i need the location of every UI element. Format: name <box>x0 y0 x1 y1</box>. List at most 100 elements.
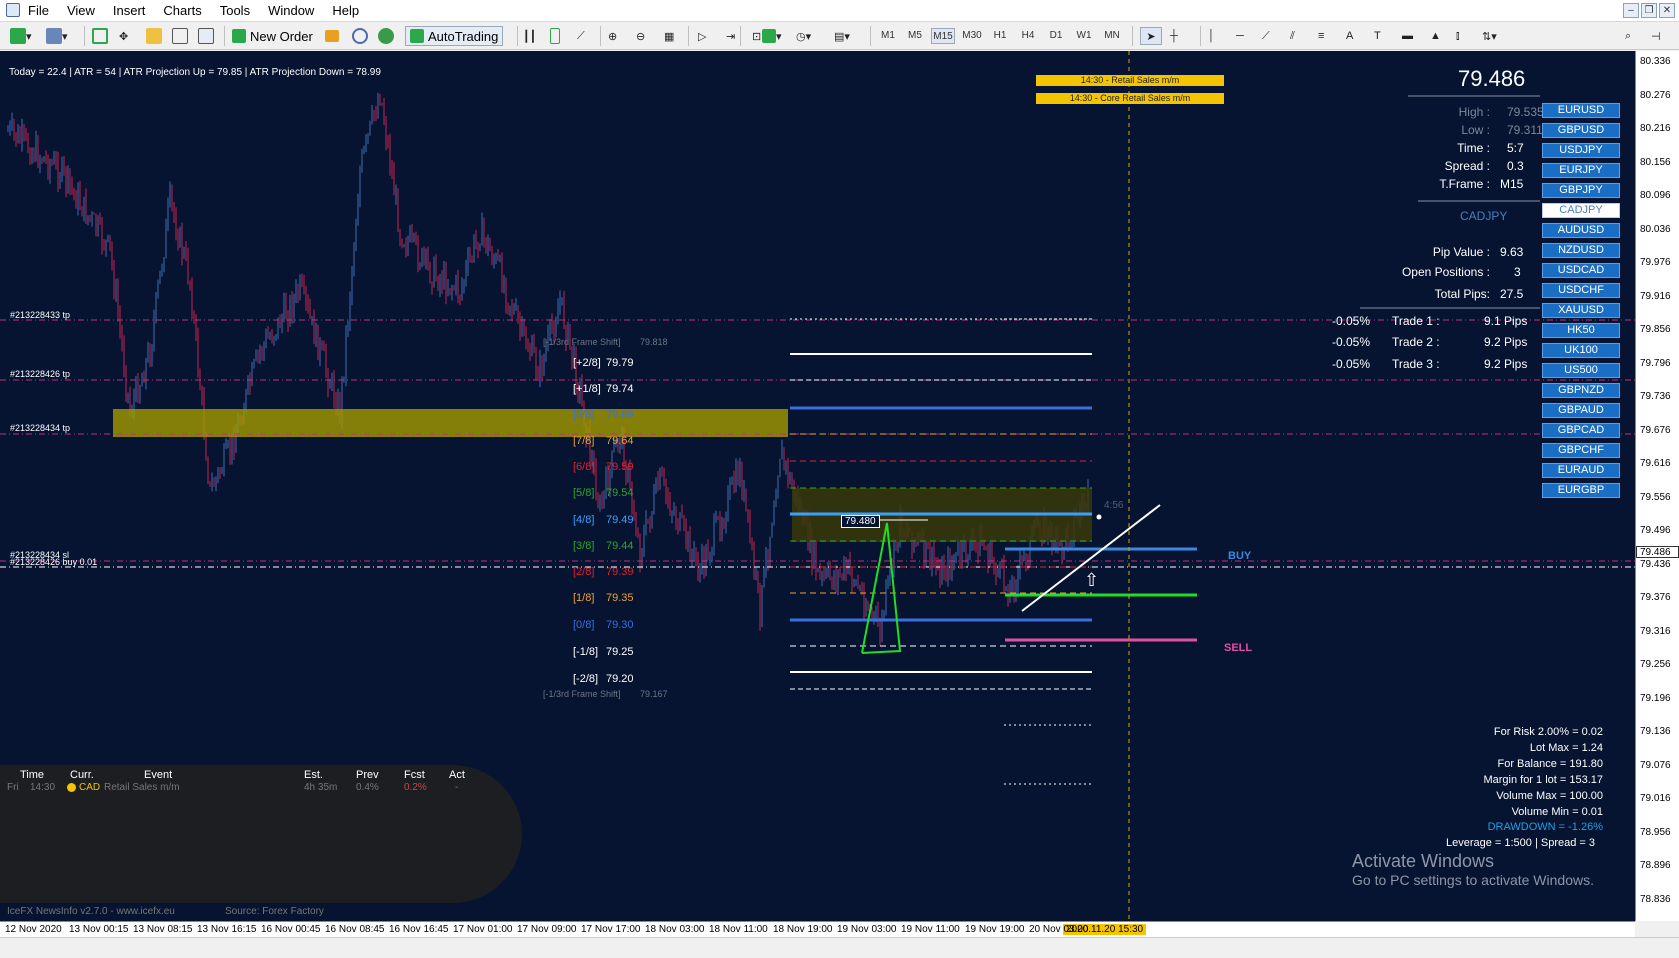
community-icon[interactable] <box>378 27 394 45</box>
text-icon[interactable]: A <box>1346 27 1353 45</box>
close-icon[interactable]: ✕ <box>1659 3 1675 18</box>
autoscroll-icon[interactable]: ▷ <box>698 27 706 45</box>
menu-bar: File View Insert Charts Tools Window Hel… <box>0 0 1679 22</box>
total-pips-value: 27.5 <box>1500 287 1524 301</box>
price-tick: 80.096 <box>1640 190 1671 201</box>
time-scale[interactable]: 2020.11.20 15:30 12 Nov 2020 13 Nov 00:15… <box>0 921 1635 937</box>
menu-tools[interactable]: Tools <box>220 3 250 18</box>
trade1-pips: 9.1 Pips <box>1484 314 1528 328</box>
pair-button-us500[interactable]: US500 <box>1542 363 1620 378</box>
arrows-icon[interactable]: ⇅▾ <box>1482 27 1497 45</box>
tf-h1[interactable]: H1 <box>988 28 1012 44</box>
pair-button-gbpjpy[interactable]: GBPJPY <box>1542 183 1620 198</box>
terminal-icon[interactable] <box>172 27 188 45</box>
templates-icon[interactable]: ▤▾ <box>834 27 850 45</box>
tf-w1[interactable]: W1 <box>1072 28 1096 44</box>
pair-button-usdjpy[interactable]: USDJPY <box>1542 143 1620 158</box>
market-watch-icon[interactable] <box>92 27 108 45</box>
tf-m30[interactable]: M30 <box>960 28 984 44</box>
bar-chart-icon[interactable]: ┃┃ <box>523 27 536 45</box>
pair-button-gbpnzd[interactable]: GBPNZD <box>1542 383 1620 398</box>
menu-view[interactable]: View <box>67 3 95 18</box>
pair-button-gbpcad[interactable]: GBPCAD <box>1542 423 1620 438</box>
tf-mn[interactable]: MN <box>1100 28 1124 44</box>
trade3-label: Trade 3 : <box>1392 357 1440 371</box>
vertical-line-icon[interactable]: │ <box>1208 27 1215 45</box>
signin-icon[interactable]: ⊣ <box>1651 27 1661 45</box>
pair-button-eurjpy[interactable]: EURJPY <box>1542 163 1620 178</box>
menu-items: File View Insert Charts Tools Window Hel… <box>28 3 377 18</box>
time-tick: 16 Nov 08:45 <box>325 924 385 935</box>
chart-area[interactable]: Today = 22.4 | ATR = 54 | ATR Projection… <box>0 51 1635 921</box>
pair-button-audusd[interactable]: AUDUSD <box>1542 223 1620 238</box>
triangle-icon[interactable]: ▲ <box>1430 27 1441 45</box>
new-chart-icon[interactable]: ▾ <box>10 27 32 45</box>
pair-button-nzdusd[interactable]: NZDUSD <box>1542 243 1620 258</box>
horizontal-line-icon[interactable]: ─ <box>1236 27 1244 45</box>
menu-insert[interactable]: Insert <box>113 3 146 18</box>
chart-shift-icon[interactable]: ⇥ <box>726 27 735 45</box>
pair-button-gbpaud[interactable]: GBPAUD <box>1542 403 1620 418</box>
tf-d1[interactable]: D1 <box>1044 28 1068 44</box>
time-tick: 19 Nov 19:00 <box>965 924 1025 935</box>
new-order-button[interactable]: New Order <box>232 27 313 45</box>
pair-button-eurusd[interactable]: EURUSD <box>1542 103 1620 118</box>
crosshair-icon[interactable]: ✥ <box>119 27 128 45</box>
signals-icon[interactable] <box>352 27 368 45</box>
zoom-in-icon[interactable]: ⊕ <box>608 27 617 45</box>
total-pips-label: Total Pips: <box>1434 287 1490 301</box>
fibo-fan-icon[interactable]: ⫾ <box>1456 27 1460 45</box>
zoom-out-icon[interactable]: ⊖ <box>636 27 645 45</box>
pair-button-hk50[interactable]: HK50 <box>1542 323 1620 338</box>
news-day: Fri <box>7 782 19 793</box>
pair-button-eurgbp[interactable]: EURGBP <box>1542 483 1620 498</box>
tf-m1[interactable]: M1 <box>876 28 900 44</box>
restore-icon[interactable]: ❐ <box>1641 3 1657 18</box>
news-panel: Time Curr. Event Est. Prev Fcst Act Fri … <box>0 765 522 917</box>
clock-icon[interactable]: ◷▾ <box>796 27 811 45</box>
menu-window[interactable]: Window <box>268 3 314 18</box>
news-header-act: Act <box>449 769 465 781</box>
volume-max-info: Volume Max = 100.00 <box>1496 790 1603 802</box>
balance-info: For Balance = 191.80 <box>1497 758 1604 770</box>
cursor-icon[interactable]: ➤ <box>1140 27 1162 45</box>
pair-button-gbpusd[interactable]: GBPUSD <box>1542 123 1620 138</box>
metaeditor-icon[interactable] <box>325 27 339 45</box>
pair-button-euraud[interactable]: EURAUD <box>1542 463 1620 478</box>
time-tick: 18 Nov 03:00 <box>645 924 705 935</box>
profiles-icon[interactable]: ▾ <box>46 27 68 45</box>
line-chart-icon[interactable]: ⟋ <box>577 27 585 45</box>
trade2-label: Trade 2 : <box>1392 335 1440 349</box>
tf-h4[interactable]: H4 <box>1016 28 1040 44</box>
indicators-icon[interactable]: ▾ <box>762 27 782 45</box>
strategy-tester-icon[interactable] <box>198 27 214 45</box>
equidistant-channel-icon[interactable]: ⫽ <box>1290 27 1295 45</box>
pair-button-usdchf[interactable]: USDCHF <box>1542 283 1620 298</box>
app-icon[interactable] <box>6 3 20 17</box>
tf-m15[interactable]: M15 <box>931 28 955 44</box>
trendline-icon[interactable]: ⟋ <box>1262 27 1270 45</box>
pair-button-xauusd[interactable]: XAUUSD <box>1542 303 1620 318</box>
candlestick-icon[interactable] <box>550 27 560 45</box>
autotrading-button[interactable]: AutoTrading <box>405 26 504 46</box>
price-tick: 79.916 <box>1640 290 1671 302</box>
minimize-icon[interactable]: – <box>1623 3 1639 18</box>
menu-charts[interactable]: Charts <box>163 3 201 18</box>
text-label-icon[interactable]: T <box>1374 27 1381 45</box>
periods-icon[interactable]: ⊡ <box>752 27 761 45</box>
price-scale[interactable]: 80.336 80.276 80.216 80.156 80.096 80.036 79.9… <box>1635 51 1679 921</box>
rectangle-icon[interactable]: ▬ <box>1402 27 1413 45</box>
menu-file[interactable]: File <box>28 3 49 18</box>
pair-button-usdcad[interactable]: USDCAD <box>1542 263 1620 278</box>
tile-windows-icon[interactable]: ▦ <box>664 27 674 45</box>
tf-m5[interactable]: M5 <box>903 28 927 44</box>
crosshair-tool-icon[interactable]: ┼ <box>1170 27 1178 45</box>
margin-info: Margin for 1 lot = 153.17 <box>1483 774 1603 786</box>
search-icon[interactable]: ⌕ <box>1625 27 1631 45</box>
pair-button-gbpchf[interactable]: GBPCHF <box>1542 443 1620 458</box>
pair-button-uk100[interactable]: UK100 <box>1542 343 1620 358</box>
menu-help[interactable]: Help <box>332 3 359 18</box>
fibonacci-icon[interactable]: ≡ <box>1318 27 1324 45</box>
pair-button-cadjpy[interactable]: CADJPY <box>1542 203 1620 218</box>
navigator-icon[interactable] <box>146 27 162 45</box>
